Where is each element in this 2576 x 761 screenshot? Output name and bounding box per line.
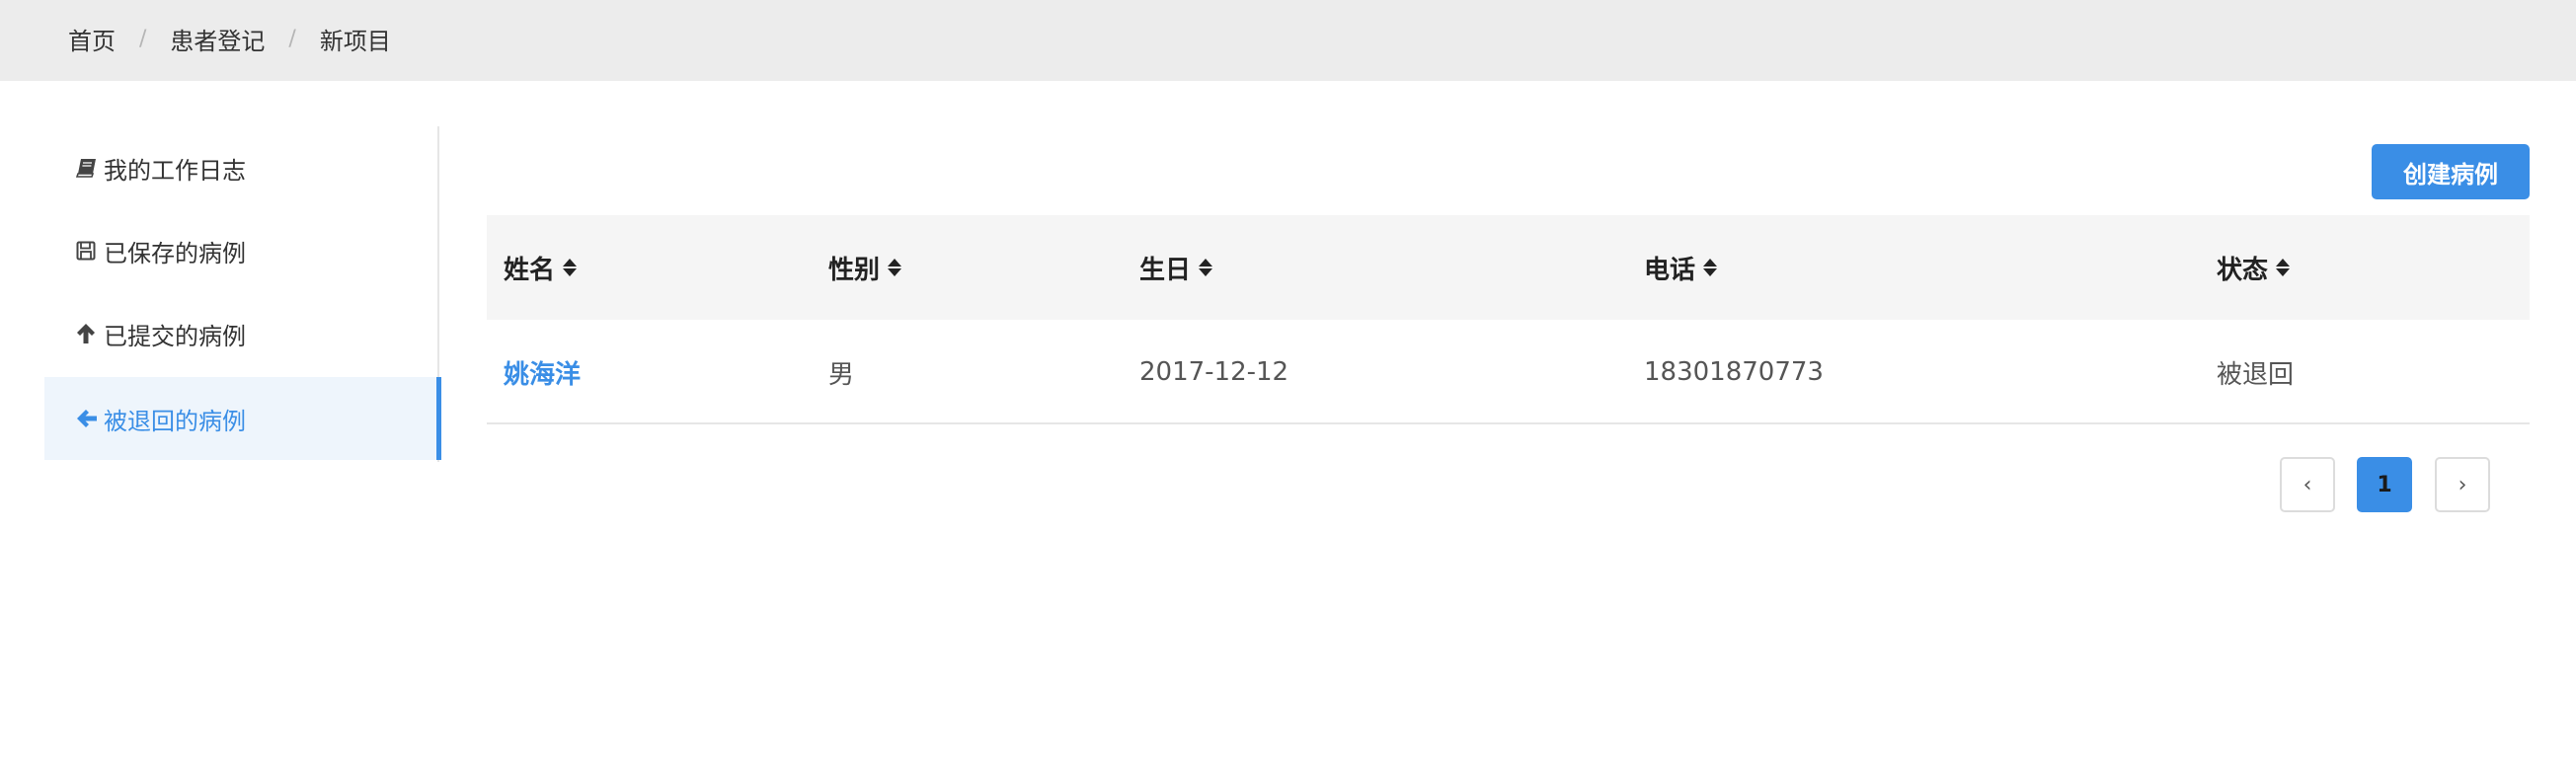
- sidebar-item-submitted-cases[interactable]: 已提交的病例: [44, 292, 437, 375]
- table-row: 姚海洋 男 2017-12-12 18301870773 被退回: [487, 320, 2530, 424]
- column-header-label: 性别: [828, 255, 881, 285]
- sidebar-item-returned-cases[interactable]: 被退回的病例: [44, 377, 441, 460]
- save-icon: [76, 241, 104, 261]
- arrow-up-icon: [76, 323, 104, 344]
- breadcrumb-home[interactable]: 首页: [68, 22, 116, 56]
- sort-icon: [1199, 259, 1213, 276]
- sidebar-item-label: 已保存的病例: [104, 239, 246, 267]
- column-header-label: 状态: [2217, 255, 2269, 285]
- cell-birthday: 2017-12-12: [1139, 357, 1289, 387]
- cell-gender: 男: [828, 359, 855, 390]
- page-number-button[interactable]: 1: [2357, 457, 2412, 512]
- cell-status: 被退回: [2217, 359, 2295, 390]
- sort-icon: [2276, 259, 2291, 276]
- column-header-gender[interactable]: 性别: [828, 215, 902, 320]
- table-header: 姓名 性别 生日 电话 状态: [487, 215, 2530, 320]
- chevron-left-icon: ‹: [2303, 472, 2312, 497]
- patient-name-link[interactable]: 姚海洋: [504, 320, 581, 424]
- sidebar-item-label: 被退回的病例: [104, 407, 246, 435]
- breadcrumb-separator: /: [288, 27, 296, 51]
- sidebar-item-saved-cases[interactable]: 已保存的病例: [44, 209, 437, 292]
- sidebar: 我的工作日志 已保存的病例 已提交的病例 被退回的病例: [44, 126, 441, 462]
- next-page-button[interactable]: ›: [2435, 457, 2490, 512]
- column-header-label: 姓名: [504, 255, 556, 285]
- book-icon: [76, 158, 104, 178]
- cases-table: 姓名 性别 生日 电话 状态 姚海洋 男 2017-12-12 18301870…: [487, 215, 2530, 424]
- sidebar-item-label: 我的工作日志: [104, 156, 246, 185]
- column-header-status[interactable]: 状态: [2217, 215, 2291, 320]
- breadcrumb-separator: /: [139, 27, 147, 51]
- prev-page-button[interactable]: ‹: [2280, 457, 2335, 512]
- column-header-label: 电话: [1644, 255, 1696, 285]
- chevron-right-icon: ›: [2458, 472, 2467, 497]
- sidebar-item-label: 已提交的病例: [104, 322, 246, 350]
- sort-icon: [888, 259, 902, 276]
- sort-icon: [1703, 259, 1718, 276]
- breadcrumb-patient-registry[interactable]: 患者登记: [170, 22, 265, 56]
- breadcrumb-new-project: 新项目: [319, 28, 391, 55]
- sort-icon: [563, 259, 578, 276]
- column-header-name[interactable]: 姓名: [504, 215, 578, 320]
- arrow-left-icon: [76, 409, 104, 428]
- breadcrumb: 首页 / 患者登记 / 新项目: [68, 22, 391, 56]
- column-header-birthday[interactable]: 生日: [1139, 215, 1213, 320]
- column-header-label: 生日: [1139, 255, 1192, 285]
- create-case-button[interactable]: 创建病例: [2372, 144, 2530, 199]
- column-header-phone[interactable]: 电话: [1644, 215, 1718, 320]
- top-bar: 首页 / 患者登记 / 新项目: [0, 0, 2576, 81]
- cell-phone: 18301870773: [1644, 357, 1824, 387]
- sidebar-item-work-log[interactable]: 我的工作日志: [44, 126, 437, 209]
